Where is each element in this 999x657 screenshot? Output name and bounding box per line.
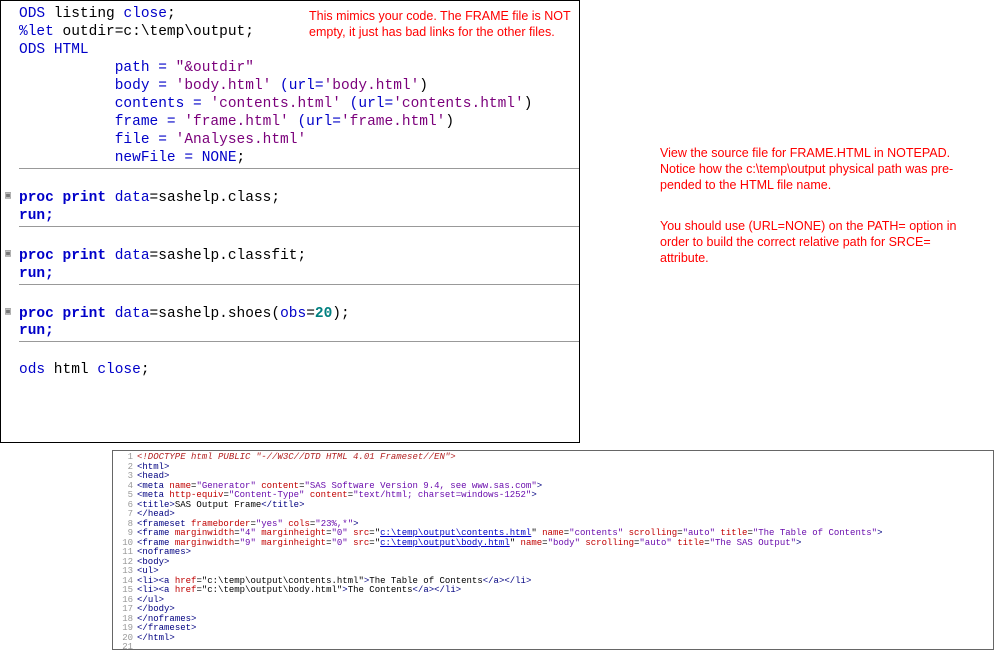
html-line-1: 1<!DOCTYPE html PUBLIC "-//W3C//DTD HTML…: [117, 453, 989, 463]
code-line-run2: run;: [1, 265, 579, 283]
code-line-4: path = "&outdir": [1, 59, 579, 77]
annotation-view-source: View the source file for FRAME.HTML in N…: [660, 145, 980, 193]
code-line-proc1: ▣proc print data=sashelp.class;: [1, 188, 579, 207]
code-line-proc2: ▣proc print data=sashelp.classfit;: [1, 246, 579, 265]
html-line-20: 20</html>: [117, 634, 989, 644]
html-source-panel: 1<!DOCTYPE html PUBLIC "-//W3C//DTD HTML…: [112, 450, 994, 650]
code-line-5: body = 'body.html' (url='body.html'): [1, 77, 579, 95]
blank-line: [1, 228, 579, 246]
blank-line: [1, 170, 579, 188]
code-line-proc3: ▣proc print data=sashelp.shoes(obs=20);: [1, 304, 579, 323]
html-line-11: 11<noframes>: [117, 548, 989, 558]
annotation-url-none: You should use (URL=NONE) on the PATH= o…: [660, 218, 980, 266]
code-line-9: newFile = NONE;: [1, 149, 579, 167]
code-line-run1: run;: [1, 207, 579, 225]
html-line-2: 2<html>: [117, 463, 989, 473]
html-line-16: 16</ul>: [117, 596, 989, 606]
code-line-3: ODS HTML: [1, 41, 579, 59]
html-line-12: 12<body>: [117, 558, 989, 568]
code-line-close: ods html close;: [1, 361, 579, 379]
blank-line: [1, 343, 579, 361]
html-line-10: 10<frame marginwidth="9" marginheight="0…: [117, 539, 989, 549]
html-line-18: 18</noframes>: [117, 615, 989, 625]
code-line-8: file = 'Analyses.html': [1, 131, 579, 149]
html-line-19: 19</frameset>: [117, 624, 989, 634]
sas-code-panel: ODS listing close; %let outdir=c:\temp\o…: [0, 0, 580, 443]
html-line-17: 17</body>: [117, 605, 989, 615]
code-line-6: contents = 'contents.html' (url='content…: [1, 95, 579, 113]
code-line-run3: run;: [1, 322, 579, 340]
html-line-6: 6<title>SAS Output Frame</title>: [117, 501, 989, 511]
code-line-7: frame = 'frame.html' (url='frame.html'): [1, 113, 579, 131]
blank-line: [1, 286, 579, 304]
html-line-15: 15<li><a href="c:\temp\output\body.html"…: [117, 586, 989, 596]
html-line-21: 21: [117, 643, 989, 653]
annotation-mimics: This mimics your code. The FRAME file is…: [309, 8, 579, 40]
